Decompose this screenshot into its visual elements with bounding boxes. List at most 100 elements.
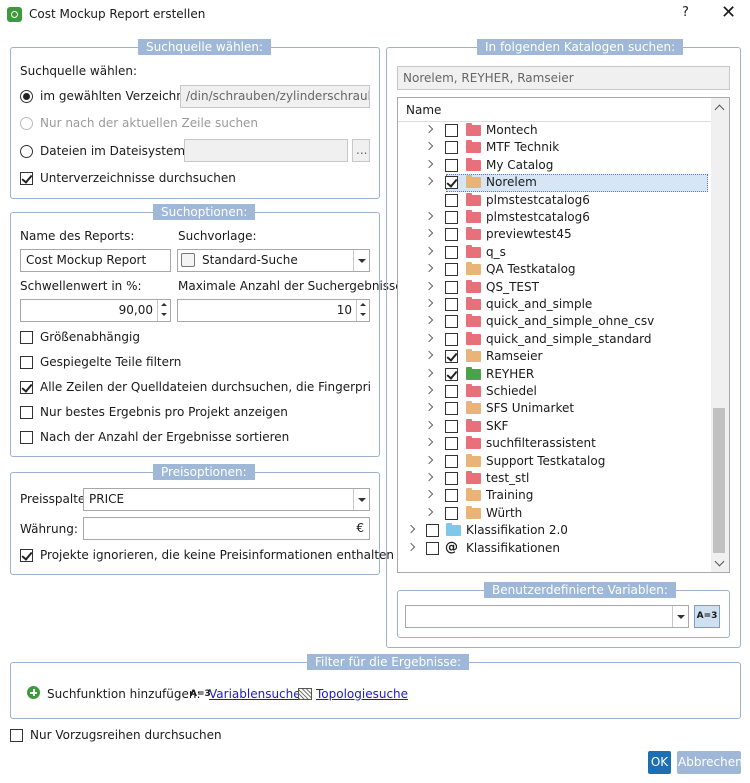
catalog-checkbox[interactable] [426, 541, 439, 555]
threshold-spin-icon[interactable] [157, 300, 170, 321]
tree-row[interactable]: QS_TEST [398, 279, 698, 296]
tree-row-root[interactable]: @ Klassifikationen [398, 540, 698, 557]
column-header-name[interactable]: Name [406, 103, 441, 117]
sort-by-count-checkbox[interactable] [20, 431, 33, 444]
radio-current-row[interactable] [20, 117, 33, 130]
tree-row[interactable]: quick_and_simple_ohne_csv [398, 313, 698, 330]
currency-input[interactable]: € [83, 517, 370, 540]
tree-row[interactable]: SFS Unimarket [398, 400, 698, 417]
variable-search-link[interactable]: Variablensuche [209, 687, 301, 701]
tree-row-root[interactable]: Klassifikation 2.0 [398, 522, 698, 539]
add-icon[interactable] [27, 686, 40, 699]
chevron-right-icon[interactable] [424, 368, 434, 377]
best-per-project-checkbox[interactable] [20, 406, 33, 419]
chevron-right-icon[interactable] [424, 455, 434, 464]
chevron-right-icon[interactable] [424, 263, 434, 273]
report-name-input[interactable]: Cost Mockup Report [20, 249, 171, 272]
tree-row[interactable]: Norelem [398, 174, 698, 191]
catalog-checkbox[interactable] [445, 245, 458, 259]
catalog-checkbox[interactable] [445, 193, 458, 207]
tree-scroll-thumb[interactable] [713, 408, 725, 553]
catalog-checkbox[interactable] [445, 506, 458, 520]
catalog-checkbox[interactable] [445, 263, 458, 277]
topology-search-link[interactable]: Topologiesuche [316, 687, 408, 701]
tree-row[interactable]: QA Testkatalog [398, 261, 698, 278]
tree-row[interactable]: previewtest45 [398, 226, 698, 243]
catalog-checkbox[interactable] [445, 385, 458, 398]
chevron-right-icon[interactable] [406, 524, 416, 534]
catalog-checkbox[interactable] [445, 419, 458, 433]
subdirs-checkbox[interactable] [20, 172, 33, 185]
ignore-projects-checkbox[interactable] [20, 549, 33, 562]
tree-row[interactable]: plmstestcatalog6 [398, 192, 698, 209]
chevron-right-icon[interactable] [424, 142, 434, 151]
tree-row[interactable]: Schiedel [398, 383, 698, 400]
tree-row[interactable]: plmstestcatalog6 [398, 209, 698, 226]
chevron-right-icon[interactable] [424, 229, 434, 238]
tree-row[interactable]: Training [398, 487, 698, 504]
catalog-checkbox[interactable] [445, 315, 458, 329]
radio-files[interactable] [20, 145, 33, 158]
catalog-tree[interactable]: Name Montech MTF Technik My Catalog Norelem… [397, 97, 730, 573]
chevron-down-icon[interactable] [672, 606, 688, 627]
browse-button[interactable]: ... [352, 139, 370, 162]
help-button[interactable]: ? [682, 5, 689, 20]
tree-row[interactable]: suchfilterassistent [398, 435, 698, 452]
catalog-checkbox[interactable] [445, 141, 458, 155]
chevron-right-icon[interactable] [424, 159, 434, 169]
catalog-checkbox[interactable] [445, 158, 458, 172]
chevron-right-icon[interactable] [424, 124, 434, 134]
chevron-right-icon[interactable] [424, 507, 434, 517]
template-select[interactable]: Standard-Suche [177, 249, 370, 272]
chevron-right-icon[interactable] [424, 211, 434, 221]
chevron-right-icon[interactable] [424, 472, 434, 482]
max-results-spin-icon[interactable] [356, 300, 369, 321]
max-results-input[interactable]: 10 [177, 299, 370, 322]
close-button[interactable]: ✕ [721, 2, 736, 23]
chevron-right-icon[interactable] [424, 403, 434, 412]
chevron-right-icon[interactable] [424, 176, 434, 186]
catalog-checkbox[interactable] [445, 211, 458, 224]
size-dependent-checkbox[interactable] [20, 331, 33, 344]
catalog-checkbox[interactable] [445, 472, 458, 485]
tree-row[interactable]: quick_and_simple [398, 296, 698, 313]
catalog-checkbox[interactable] [445, 124, 458, 137]
catalog-checkbox[interactable] [445, 437, 458, 451]
ok-button[interactable]: OK [648, 751, 671, 774]
catalog-checkbox[interactable] [445, 280, 458, 294]
catalog-checkbox[interactable] [445, 367, 458, 381]
mirrored-checkbox[interactable] [20, 356, 33, 369]
chevron-right-icon[interactable] [424, 281, 434, 290]
price-column-select[interactable]: PRICE [83, 488, 370, 511]
tree-row[interactable]: REYHER [398, 366, 698, 383]
catalog-checkbox[interactable] [445, 228, 458, 242]
catalog-checkbox[interactable] [445, 489, 458, 503]
chevron-right-icon[interactable] [424, 316, 434, 325]
radio-directory[interactable] [20, 90, 33, 103]
chevron-right-icon[interactable] [424, 490, 434, 499]
catalog-checkbox[interactable] [445, 176, 458, 190]
chevron-right-icon[interactable] [424, 420, 434, 430]
cancel-button[interactable]: Abbrechen [677, 751, 743, 774]
chevron-right-icon[interactable] [424, 246, 434, 256]
catalog-checkbox[interactable] [426, 524, 439, 538]
tree-row[interactable]: quick_and_simple_standard [398, 331, 698, 348]
tree-row[interactable]: test_stl [398, 470, 698, 487]
tree-row[interactable]: MTF Technik [398, 139, 698, 156]
catalog-checkbox[interactable] [445, 298, 458, 311]
catalog-checkbox[interactable] [445, 350, 458, 364]
catalog-checkbox[interactable] [445, 454, 458, 468]
chevron-right-icon[interactable] [424, 333, 434, 343]
catalog-checkbox[interactable] [445, 332, 458, 346]
all-rows-checkbox[interactable] [20, 381, 33, 394]
chevron-right-icon[interactable] [406, 542, 416, 551]
chevron-down-icon[interactable] [353, 250, 369, 271]
user-vars-select[interactable] [405, 605, 689, 628]
preferred-only-checkbox[interactable] [10, 729, 23, 742]
files-input[interactable] [184, 139, 348, 162]
tree-row[interactable]: My Catalog [398, 157, 698, 174]
tree-row[interactable]: Montech [398, 122, 698, 139]
threshold-input[interactable]: 90,00 [20, 299, 171, 322]
tree-row[interactable]: Würth [398, 505, 698, 522]
chevron-right-icon[interactable] [424, 437, 434, 447]
